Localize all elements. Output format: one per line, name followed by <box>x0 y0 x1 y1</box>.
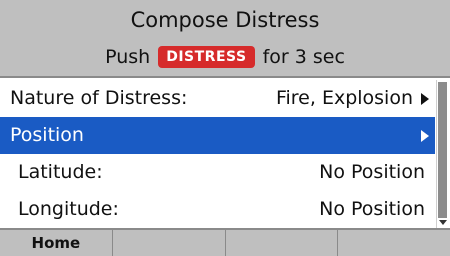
menu-item-label: Position <box>10 124 84 146</box>
menu-item-longitude[interactable]: Longitude: No Position <box>0 191 435 228</box>
menu-item-value: No Position <box>319 198 425 220</box>
compose-distress-screen: Compose Distress Push DISTRESS for 3 sec N… <box>0 0 450 256</box>
scroll-down-arrow-icon <box>439 220 447 225</box>
chevron-right-icon <box>421 130 429 142</box>
softkey-bar: Home <box>0 228 450 256</box>
menu-item-value: Fire, Explosion <box>275 87 413 109</box>
menu-item-position[interactable]: Position <box>0 117 435 154</box>
header: Compose Distress Push DISTRESS for 3 sec <box>0 0 450 78</box>
menu-item-label: Longitude: <box>18 198 119 220</box>
distress-key-badge: DISTRESS <box>158 46 255 68</box>
menu-item-label: Latitude: <box>18 161 103 183</box>
distress-menu-list: Nature of Distress: Fire, Explosion Posi… <box>0 80 435 228</box>
softkey-home[interactable]: Home <box>0 230 113 256</box>
menu-item-label: Nature of Distress: <box>10 87 188 109</box>
softkey-4[interactable] <box>338 230 450 256</box>
push-suffix: for 3 sec <box>262 46 345 68</box>
menu-item-latitude[interactable]: Latitude: No Position <box>0 154 435 191</box>
push-instruction: Push DISTRESS for 3 sec <box>0 43 450 71</box>
softkey-2[interactable] <box>113 230 226 256</box>
menu-item-value: No Position <box>319 161 425 183</box>
page-title: Compose Distress <box>130 8 320 32</box>
push-prefix: Push <box>105 46 151 68</box>
softkey-3[interactable] <box>226 230 339 256</box>
scrollbar[interactable] <box>436 80 448 228</box>
scrollbar-thumb[interactable] <box>438 82 447 218</box>
menu-item-nature-of-distress[interactable]: Nature of Distress: Fire, Explosion <box>0 80 435 117</box>
chevron-right-icon <box>421 93 429 105</box>
